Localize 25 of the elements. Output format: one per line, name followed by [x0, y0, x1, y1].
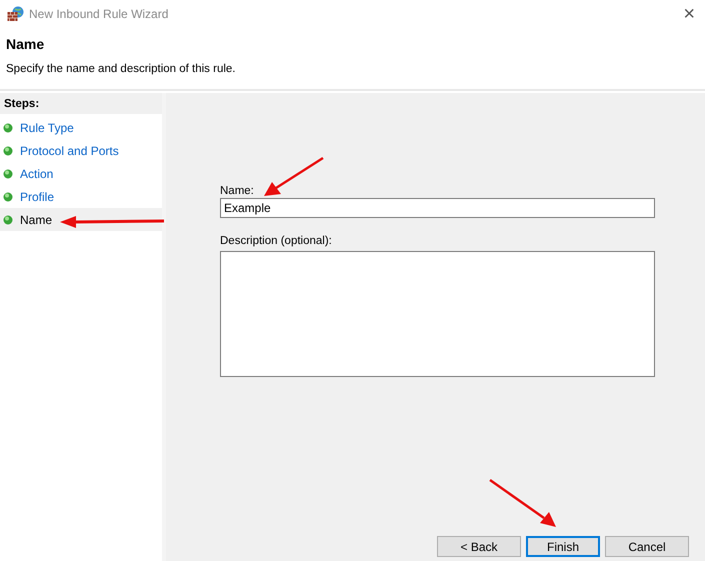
name-label: Name:: [220, 184, 255, 198]
status-dot-icon: [3, 146, 13, 156]
description-label: Description (optional):: [220, 234, 333, 248]
page-subtitle: Specify the name and description of this rule.: [6, 63, 236, 75]
annotation-arrow: [489, 478, 556, 527]
status-dot-icon: [3, 192, 13, 202]
step-item[interactable]: Protocol and Ports: [0, 139, 162, 162]
step-item[interactable]: Action: [0, 162, 162, 185]
status-dot-icon: [3, 168, 13, 178]
name-field[interactable]: Example: [220, 198, 655, 218]
step-item[interactable]: Rule Type: [0, 116, 162, 139]
step-item[interactable]: Profile: [0, 185, 162, 208]
close-button[interactable]: ×: [677, 4, 701, 24]
annotation-arrow: [264, 156, 324, 196]
steps-heading: Steps:: [4, 98, 40, 110]
wizard-button[interactable]: Cancel: [605, 536, 689, 557]
window-title: New Inbound Rule Wizard: [29, 7, 168, 21]
status-dot-icon: [3, 214, 13, 224]
step-item[interactable]: Name: [0, 208, 162, 231]
wizard-button[interactable]: < Back: [437, 536, 521, 557]
page-heading: Name: [6, 36, 46, 52]
firewall-icon: [7, 6, 25, 22]
description-field[interactable]: [220, 251, 655, 377]
status-dot-icon: [3, 122, 13, 132]
wizard-button[interactable]: Finish: [526, 536, 600, 557]
